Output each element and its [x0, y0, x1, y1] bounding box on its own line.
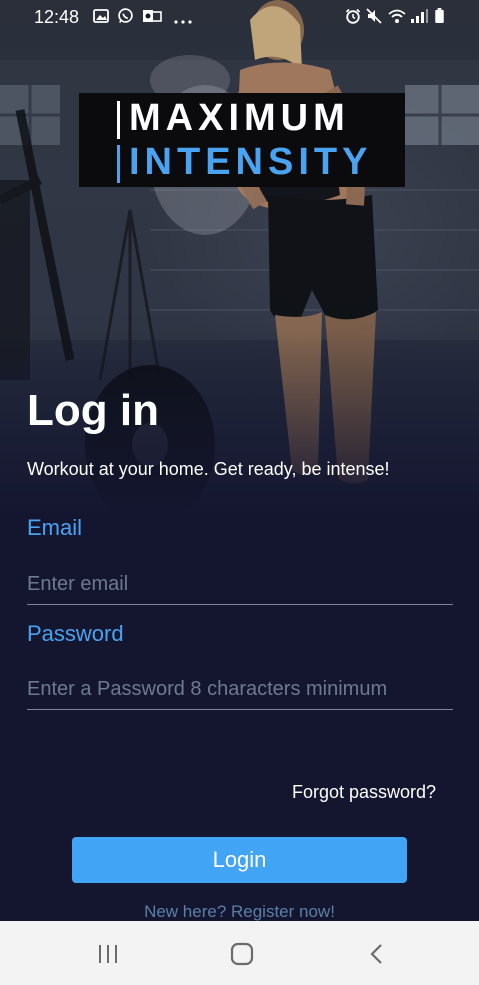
email-label: Email — [27, 515, 83, 540]
app-logo: MAXIMUM INTENSITY — [79, 93, 405, 187]
password-field[interactable] — [27, 670, 453, 710]
battery-icon — [435, 8, 444, 24]
recent-apps-icon[interactable] — [93, 939, 123, 969]
logo-bar-white — [117, 101, 120, 139]
image-icon — [93, 9, 109, 23]
alarm-icon — [345, 8, 361, 24]
signal-icon — [411, 9, 428, 23]
hero-background-image — [0, 0, 479, 520]
more-icon — [174, 20, 192, 24]
forgot-password-link[interactable]: Forgot password? — [292, 782, 436, 803]
login-screen: 12:48 MAXIMUM INTENSITY Log in Workout a… — [0, 0, 479, 985]
status-bar: 12:48 — [0, 0, 479, 34]
page-subtitle: Workout at your home. Get ready, be inte… — [27, 459, 390, 479]
status-time: 12:48 — [34, 7, 80, 27]
back-icon[interactable] — [362, 939, 392, 969]
register-link[interactable]: New here? Register now! — [0, 902, 479, 922]
login-button[interactable]: Login — [72, 837, 407, 883]
logo-text-maximum: MAXIMUM — [129, 97, 350, 139]
navigation-bar — [0, 921, 479, 985]
logo-bar-blue — [117, 145, 120, 183]
page-title: Log in — [27, 386, 159, 435]
logo-text-intensity: INTENSITY — [129, 141, 373, 183]
home-icon[interactable] — [227, 939, 257, 969]
whatsapp-icon — [118, 8, 133, 23]
email-field[interactable] — [27, 565, 453, 605]
password-label: Password — [27, 621, 124, 646]
outlook-icon — [143, 10, 162, 22]
wifi-icon — [388, 9, 406, 23]
mute-icon — [366, 8, 382, 24]
